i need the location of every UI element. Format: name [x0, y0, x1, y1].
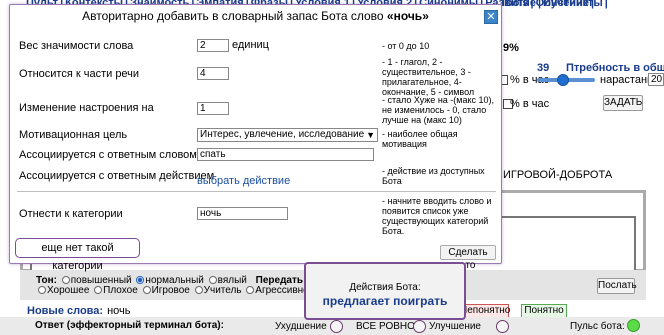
chevron-down-icon: ▼ [366, 130, 375, 140]
answer-label: Ответ (эффекторный терминал бота): [35, 320, 224, 331]
category-input[interactable]: ночь [197, 207, 288, 220]
tone-radio-normal[interactable] [136, 276, 145, 284]
mood-radio-good[interactable] [38, 286, 46, 294]
bot-action-text: предлагает поиграть [322, 294, 448, 308]
nav-separator: | [530, 0, 534, 9]
understood-button[interactable]: Понятно [521, 304, 567, 318]
dialog-title-text: Авторитарно добавить в словарный запас Б… [82, 9, 387, 23]
need-value: 39 [537, 62, 550, 74]
select-action-link[interactable]: выбрать действие [197, 175, 290, 187]
do-it-button[interactable]: Сделать это [440, 245, 496, 271]
pulse-indicator [627, 319, 640, 332]
state-better-indicator [496, 320, 509, 333]
state-same-indicator [413, 320, 426, 333]
mood-radio-teacher[interactable] [194, 286, 203, 294]
add-word-dialog: Авторитарно добавить в словарный запас Б… [9, 4, 502, 272]
motivation-label: Мотивационная цель [19, 129, 128, 141]
dialog-title-word: «ночь» [386, 9, 429, 23]
mood-good-label: Хорошее [47, 285, 90, 296]
weight-note: - от 0 до 10 [382, 41, 430, 51]
game-label: ИГРОВОЙ-ДОБРОТА [503, 169, 613, 181]
state-worse-label: Ухудшение [275, 321, 327, 332]
new-word: ночь [107, 305, 131, 317]
top-nav-end: Tools | Обучение | [500, 0, 596, 9]
set-button[interactable]: ЗАДАТЬ [603, 95, 643, 111]
mood-radio-bad[interactable] [94, 286, 103, 294]
nav-separator: | [604, 0, 608, 9]
divider [17, 191, 496, 192]
nav-separator: | [590, 0, 595, 9]
percent-readout: 9% [503, 42, 519, 54]
motivation-note: - наиболее общая мотивация [382, 129, 458, 149]
part-of-speech-input[interactable]: 4 [197, 67, 229, 80]
assoc-action-label: Ассоциируется с ответным действием [19, 170, 215, 182]
tone-radio-high[interactable] [61, 276, 70, 284]
mood-change-label: Изменение настроения на [19, 102, 154, 114]
mood-radio-aggressive[interactable] [246, 286, 255, 294]
bot-action-title: Действия Бота: [349, 282, 421, 293]
assoc-word-label: Ассоциируется с ответным словом [19, 149, 197, 161]
assoc-action-note: - действие из доступных Бота [382, 166, 485, 186]
state-better-label: Улучшение [429, 321, 481, 332]
weight-unit: единиц [232, 39, 269, 51]
dialog-title: Авторитарно добавить в словарный запас Б… [10, 5, 501, 27]
part-of-speech-label: Относится к части речи [19, 68, 140, 80]
new-words: Новые слова: ночь [27, 305, 131, 317]
mood-row: Хорошее Плохое Игровое Учитель Агрессивн… [36, 285, 309, 296]
nav-item-end-1[interactable]: Обучение [536, 0, 589, 9]
mood-aggressive-label: Агрессивно [255, 285, 309, 296]
mood-game-label: Игровое [151, 285, 190, 296]
growth-input[interactable]: 20 [648, 73, 664, 86]
bot-action-popup: Действия Бота: предлагает поиграть [304, 262, 466, 320]
assoc-word-input[interactable]: спать [197, 148, 374, 161]
state-same-label: ВСЕ РОВНО [356, 321, 415, 332]
tone-radio-low[interactable] [208, 276, 217, 284]
state-worse-indicator [330, 320, 343, 333]
not-understood-button[interactable]: Непонятно [459, 304, 510, 318]
motivation-select-value: Интерес, увлечение, исследование [200, 129, 365, 140]
need-slider-thumb[interactable] [557, 74, 569, 86]
send-button[interactable]: Послать [597, 278, 637, 294]
mood-bad-label: Плохое [103, 285, 138, 296]
mood-change-note: - стало Хуже на -(макс 10), не изменилос… [382, 95, 495, 125]
mood-teacher-label: Учитель [203, 285, 242, 296]
pulse-label: Пульс бота: [570, 321, 625, 332]
mood-change-input[interactable]: 1 [197, 102, 229, 115]
new-words-label: Новые слова: [27, 305, 104, 317]
category-label: Отнести к категории [19, 208, 123, 220]
nav-item-end-0[interactable]: Tools [500, 0, 529, 9]
per-hour-label-2: % в час [510, 98, 550, 110]
weight-input[interactable]: 2 [197, 39, 229, 52]
no-category-alert: еще нет такой категории [15, 238, 140, 272]
close-icon[interactable]: ✕ [484, 10, 498, 24]
mood-radio-game[interactable] [142, 286, 151, 294]
category-note: - начните вводить слово и появится списо… [382, 196, 492, 236]
weight-label: Вес значимости слова [19, 40, 134, 52]
part-of-speech-note: - 1 - глагол, 2 - существительное, 3 - п… [382, 57, 475, 97]
motivation-select[interactable]: Интерес, увлечение, исследование ▼ [197, 128, 378, 142]
